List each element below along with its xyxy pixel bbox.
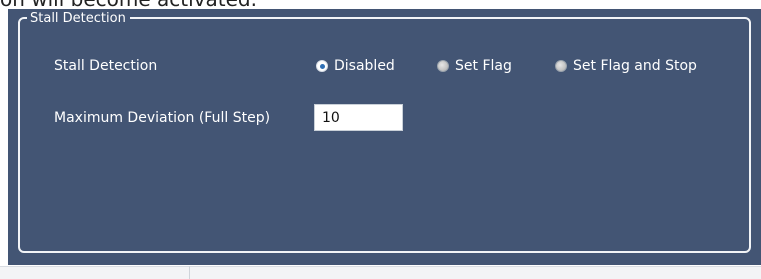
screenshot-stage: on will become activated. Stall Detectio…: [0, 0, 761, 279]
bottom-strip-divider: [189, 266, 190, 279]
groupbox-title: Stall Detection: [27, 11, 130, 27]
radio-unselected-icon[interactable]: [555, 60, 567, 72]
radio-disabled-label: Disabled: [334, 58, 395, 74]
radio-set-flag[interactable]: Set Flag: [437, 57, 512, 75]
radio-set-flag-and-stop-label: Set Flag and Stop: [573, 58, 697, 74]
stall-detection-groupbox: [18, 17, 751, 253]
bottom-tab-strip: [0, 266, 761, 279]
radio-set-flag-and-stop[interactable]: Set Flag and Stop: [555, 57, 697, 75]
radio-disabled[interactable]: Disabled: [316, 57, 395, 75]
radio-selected-icon[interactable]: [316, 60, 328, 72]
max-deviation-input[interactable]: [314, 104, 403, 131]
radio-set-flag-label: Set Flag: [455, 58, 512, 74]
stall-detection-label: Stall Detection: [54, 58, 158, 74]
radio-unselected-icon[interactable]: [437, 60, 449, 72]
max-deviation-label: Maximum Deviation (Full Step): [54, 110, 271, 126]
